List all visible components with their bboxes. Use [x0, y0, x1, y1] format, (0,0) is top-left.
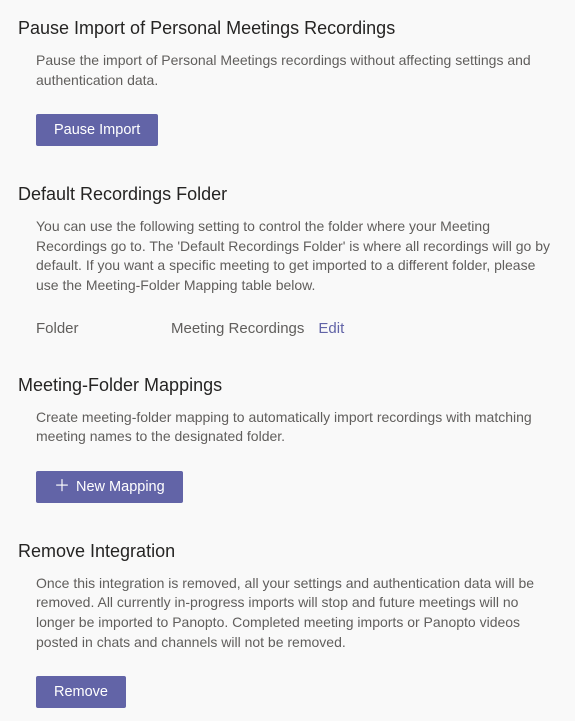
- remove-integration-section: Remove Integration Once this integration…: [18, 541, 559, 708]
- pause-import-title: Pause Import of Personal Meetings Record…: [18, 18, 559, 39]
- remove-button-label: Remove: [54, 684, 108, 700]
- default-folder-title: Default Recordings Folder: [18, 184, 559, 205]
- folder-value: Meeting Recordings: [171, 320, 304, 337]
- plus-icon: ＋: [54, 479, 70, 495]
- mappings-title: Meeting-Folder Mappings: [18, 375, 559, 396]
- new-mapping-button-label: New Mapping: [76, 479, 165, 495]
- edit-link[interactable]: Edit: [318, 320, 344, 337]
- folder-row: Folder Meeting Recordings Edit: [18, 320, 559, 337]
- pause-import-button[interactable]: Pause Import: [36, 114, 158, 146]
- folder-label: Folder: [36, 320, 171, 337]
- pause-import-button-label: Pause Import: [54, 122, 140, 138]
- remove-integration-title: Remove Integration: [18, 541, 559, 562]
- default-folder-desc: You can use the following setting to con…: [18, 217, 559, 295]
- remove-button[interactable]: Remove: [36, 676, 126, 708]
- remove-integration-desc: Once this integration is removed, all yo…: [18, 574, 559, 652]
- pause-import-desc: Pause the import of Personal Meetings re…: [18, 51, 559, 90]
- mappings-desc: Create meeting-folder mapping to automat…: [18, 408, 559, 447]
- pause-import-section: Pause Import of Personal Meetings Record…: [18, 18, 559, 146]
- mappings-section: Meeting-Folder Mappings Create meeting-f…: [18, 375, 559, 503]
- new-mapping-button[interactable]: ＋ New Mapping: [36, 471, 183, 503]
- default-folder-section: Default Recordings Folder You can use th…: [18, 184, 559, 336]
